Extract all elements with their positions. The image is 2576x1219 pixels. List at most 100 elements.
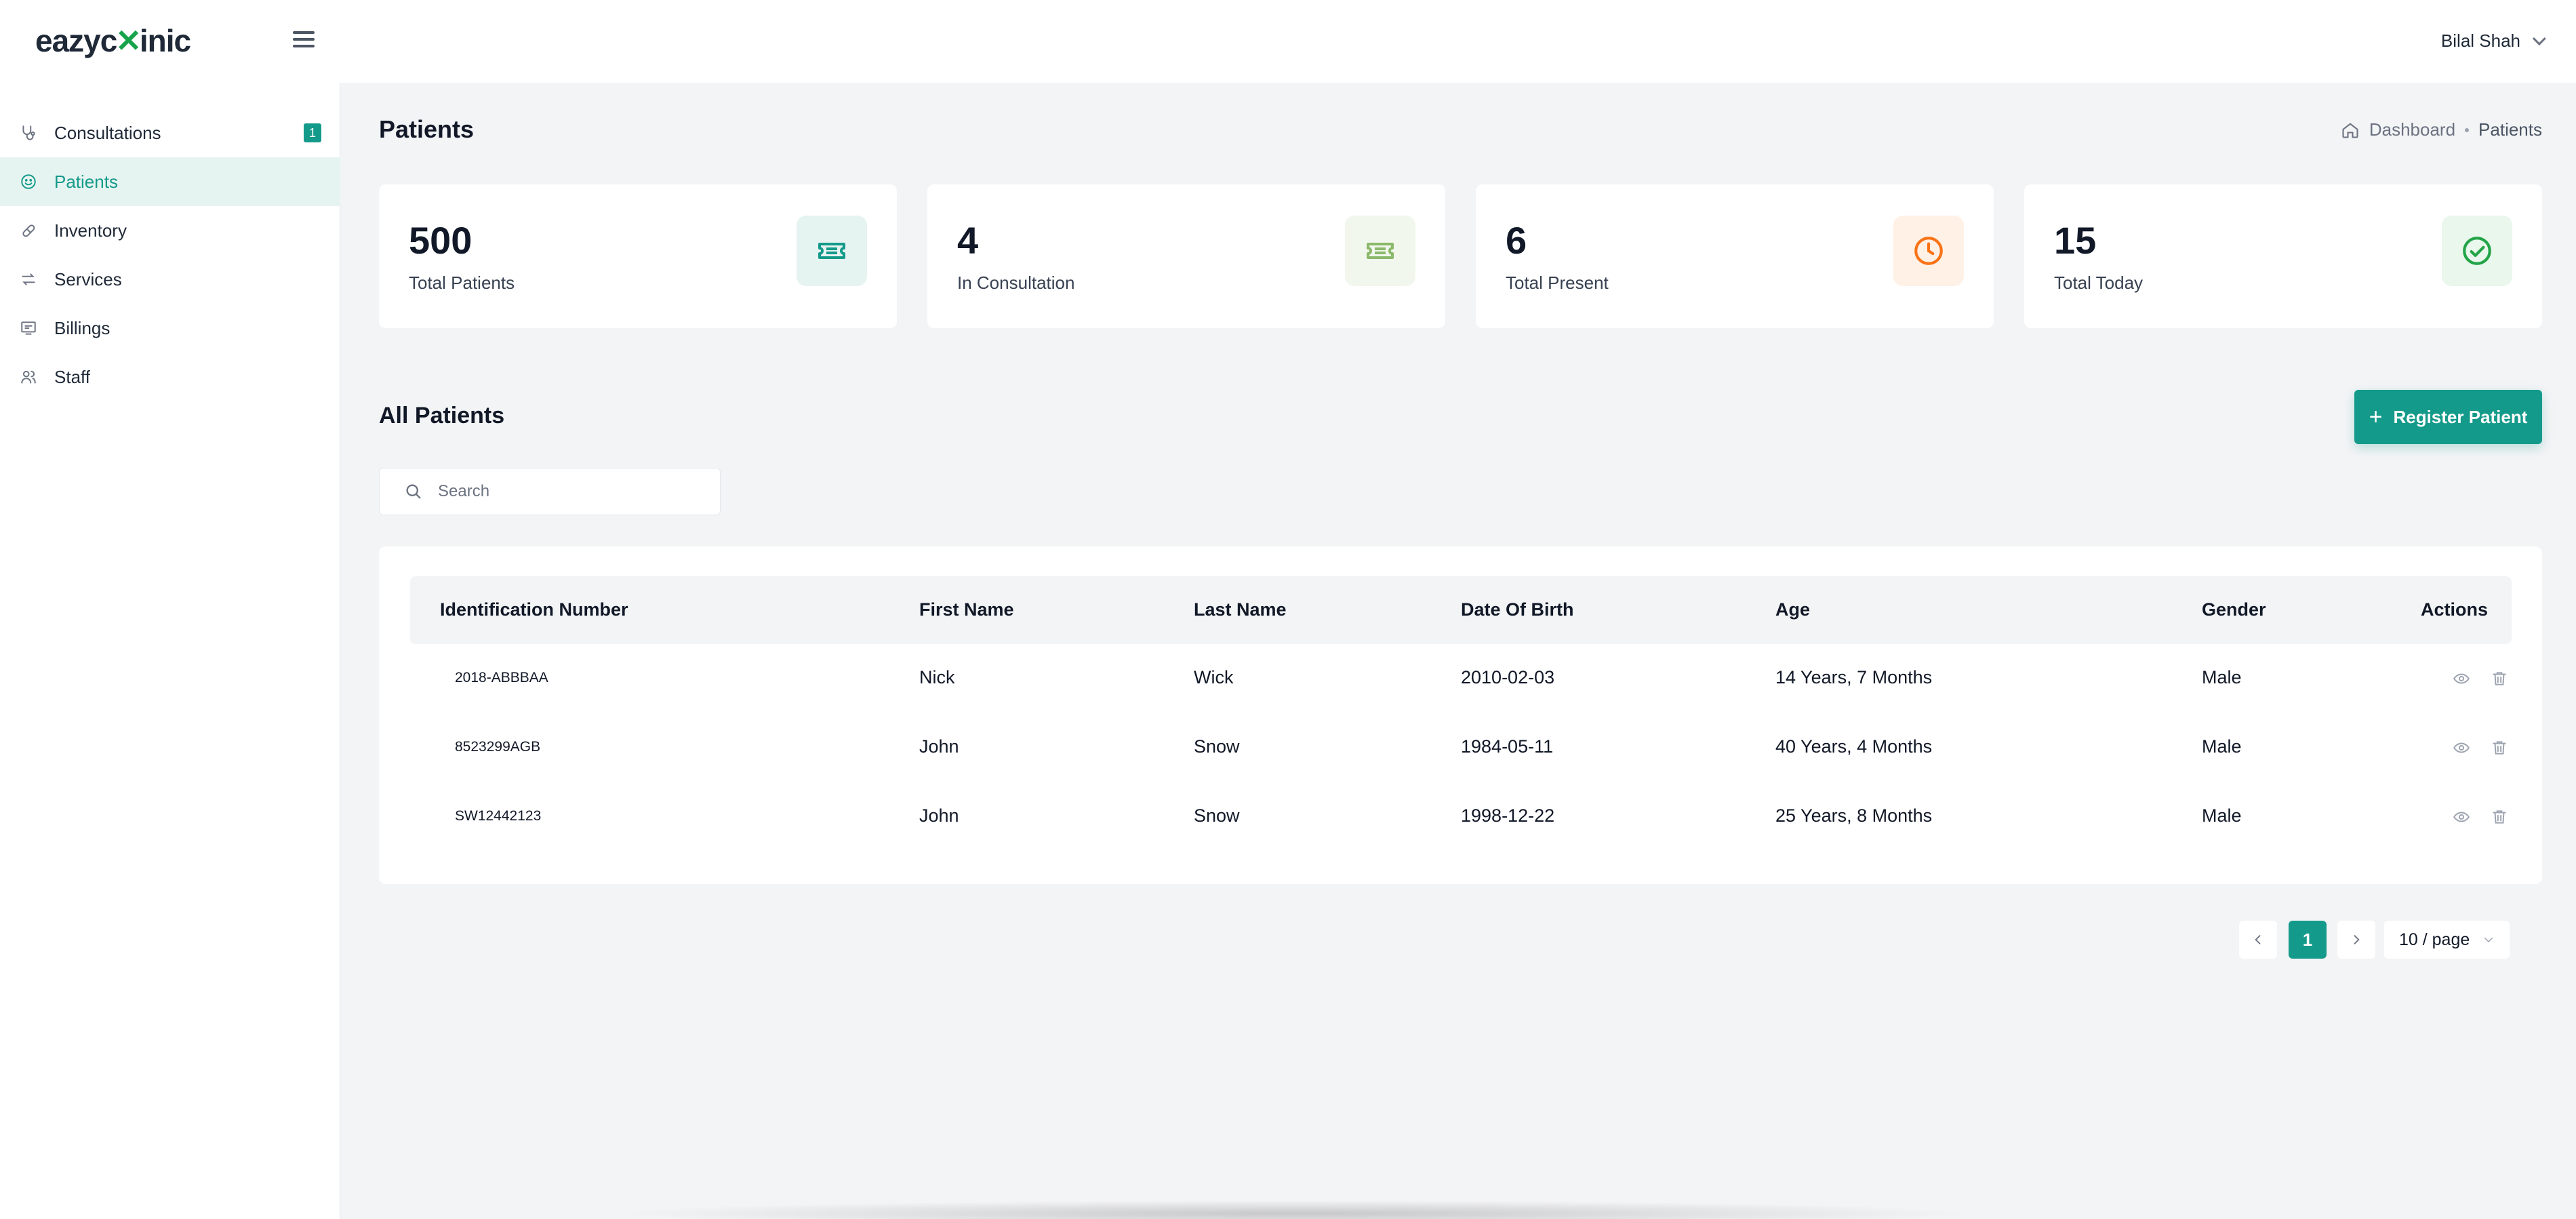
stat-card-total-patients: 500 Total Patients — [379, 184, 897, 328]
cell-id: 2018-ABBBAA — [455, 670, 548, 685]
stat-label: In Consultation — [957, 273, 1075, 293]
column-header[interactable]: Last Name — [1194, 599, 1287, 620]
chevron-left-icon — [2255, 935, 2261, 944]
chevron-down-icon — [2484, 938, 2493, 943]
check-circle-icon — [2442, 216, 2512, 286]
table-row[interactable]: 2018-ABBBAA Nick Wick 2010-02-03 14 Year… — [410, 644, 2512, 713]
user-menu[interactable]: Bilal Shah — [2440, 26, 2546, 56]
page-title: Patients — [379, 115, 475, 143]
cell-last-name: Wick — [1194, 667, 1234, 687]
logo-accent: ✕ — [115, 23, 142, 58]
patients-table: Identification Number First Name Last Na… — [379, 546, 2542, 884]
cell-first-name: John — [919, 736, 959, 757]
stat-card-total-present: 6 Total Present — [1476, 184, 1994, 328]
stat-card-total-today: 15 Total Today — [2024, 184, 2542, 328]
user-name: Bilal Shah — [2440, 30, 2520, 51]
cell-age: 14 Years, 7 Months — [1775, 667, 1933, 687]
sidebar-item-inventory[interactable]: Inventory — [0, 206, 340, 255]
view-eye-icon[interactable] — [2451, 807, 2472, 827]
transfer-icon — [19, 270, 38, 289]
breadcrumb-dashboard[interactable]: Dashboard — [2369, 119, 2455, 140]
prev-page-button[interactable] — [2239, 921, 2277, 959]
section-title: All Patients — [379, 403, 505, 428]
users-icon — [19, 367, 38, 386]
logo-text-right: inic — [139, 23, 191, 58]
sidebar-item-label: Services — [54, 268, 122, 289]
cell-first-name: Nick — [919, 667, 955, 687]
cell-dob: 1984-05-11 — [1461, 736, 1554, 757]
sidebar-item-label: Billings — [54, 317, 110, 338]
page-size-select[interactable]: 10 / page — [2384, 921, 2510, 959]
search-input[interactable] — [438, 482, 696, 501]
column-header[interactable]: Identification Number — [440, 599, 628, 620]
search-box — [379, 468, 721, 515]
breadcrumb-current: Patients — [2478, 119, 2542, 140]
column-header: Actions — [2421, 599, 2489, 620]
cell-dob: 2010-02-03 — [1461, 667, 1555, 687]
cell-last-name: Snow — [1194, 805, 1240, 826]
cell-last-name: Snow — [1194, 736, 1240, 757]
ticket-icon — [797, 216, 867, 286]
cell-id: 8523299AGB — [455, 739, 541, 755]
delete-trash-icon[interactable] — [2489, 738, 2510, 758]
top-bar: eazyc ✕ inic Bilal Shah — [0, 0, 2576, 83]
breadcrumb: Dashboard Patients — [2341, 119, 2542, 140]
view-eye-icon[interactable] — [2451, 668, 2472, 689]
cell-first-name: John — [919, 805, 959, 826]
cell-age: 25 Years, 8 Months — [1775, 805, 1933, 826]
stethoscope-icon — [19, 123, 38, 142]
stat-value: 15 — [2054, 219, 2097, 262]
stat-label: Total Patients — [409, 273, 515, 293]
menu-toggle-icon[interactable] — [291, 27, 316, 52]
column-header[interactable]: Gender — [2202, 599, 2266, 620]
page-size-value: 10 / page — [2399, 930, 2470, 949]
sidebar-item-services[interactable]: Services — [0, 255, 340, 304]
home-icon — [2341, 121, 2360, 140]
table-header: Identification Number First Name Last Na… — [410, 576, 2512, 644]
cell-dob: 1998-12-22 — [1461, 805, 1555, 826]
stat-card-in-consultation: 4 In Consultation — [927, 184, 1445, 328]
sidebar-item-label: Staff — [54, 366, 91, 387]
sidebar: Consultations 1 Patients Inventory Servi… — [0, 83, 340, 1219]
stat-label: Total Today — [2054, 273, 2144, 293]
cell-gender: Male — [2202, 736, 2242, 757]
register-patient-button[interactable]: + Register Patient — [2354, 390, 2542, 444]
column-header[interactable]: Date Of Birth — [1461, 599, 1574, 620]
stat-value: 500 — [409, 219, 472, 262]
register-patient-label: Register Patient — [2393, 406, 2528, 427]
view-eye-icon[interactable] — [2451, 738, 2472, 758]
receipt-icon — [19, 319, 38, 338]
sidebar-item-billings[interactable]: Billings — [0, 304, 340, 353]
logo-text-left: eazyc — [35, 23, 117, 58]
delete-trash-icon[interactable] — [2489, 668, 2510, 689]
ticket-icon — [1345, 216, 1415, 286]
chevron-right-icon — [2354, 935, 2360, 944]
sidebar-item-staff[interactable]: Staff — [0, 353, 340, 401]
breadcrumb-separator — [2465, 127, 2470, 132]
delete-trash-icon[interactable] — [2489, 807, 2510, 827]
column-header[interactable]: First Name — [919, 599, 1014, 620]
column-header[interactable]: Age — [1775, 599, 1810, 620]
pill-icon — [19, 221, 38, 240]
stat-value: 6 — [1506, 219, 1527, 262]
clock-icon — [1893, 216, 1964, 286]
table-row[interactable]: 8523299AGB John Snow 1984-05-11 40 Years… — [410, 713, 2512, 782]
plus-icon: + — [2369, 404, 2383, 430]
sidebar-item-label: Consultations — [54, 122, 161, 143]
app-logo[interactable]: eazyc ✕ inic — [35, 20, 191, 61]
sidebar-item-patients[interactable]: Patients — [0, 157, 340, 206]
sidebar-item-consultations[interactable]: Consultations 1 — [0, 108, 340, 157]
page-1-button[interactable]: 1 — [2289, 921, 2327, 959]
smile-icon — [19, 172, 38, 191]
search-icon — [404, 482, 423, 501]
cell-age: 40 Years, 4 Months — [1775, 736, 1933, 757]
stat-value: 4 — [957, 219, 979, 262]
stat-label: Total Present — [1506, 273, 1609, 293]
cell-gender: Male — [2202, 667, 2242, 687]
table-row[interactable]: SW12442123 John Snow 1998-12-22 25 Years… — [410, 782, 2512, 852]
next-page-button[interactable] — [2337, 921, 2375, 959]
cell-gender: Male — [2202, 805, 2242, 826]
bottom-shadow — [610, 1200, 1979, 1219]
consultations-badge: 1 — [304, 123, 321, 142]
sidebar-item-label: Patients — [54, 171, 118, 192]
